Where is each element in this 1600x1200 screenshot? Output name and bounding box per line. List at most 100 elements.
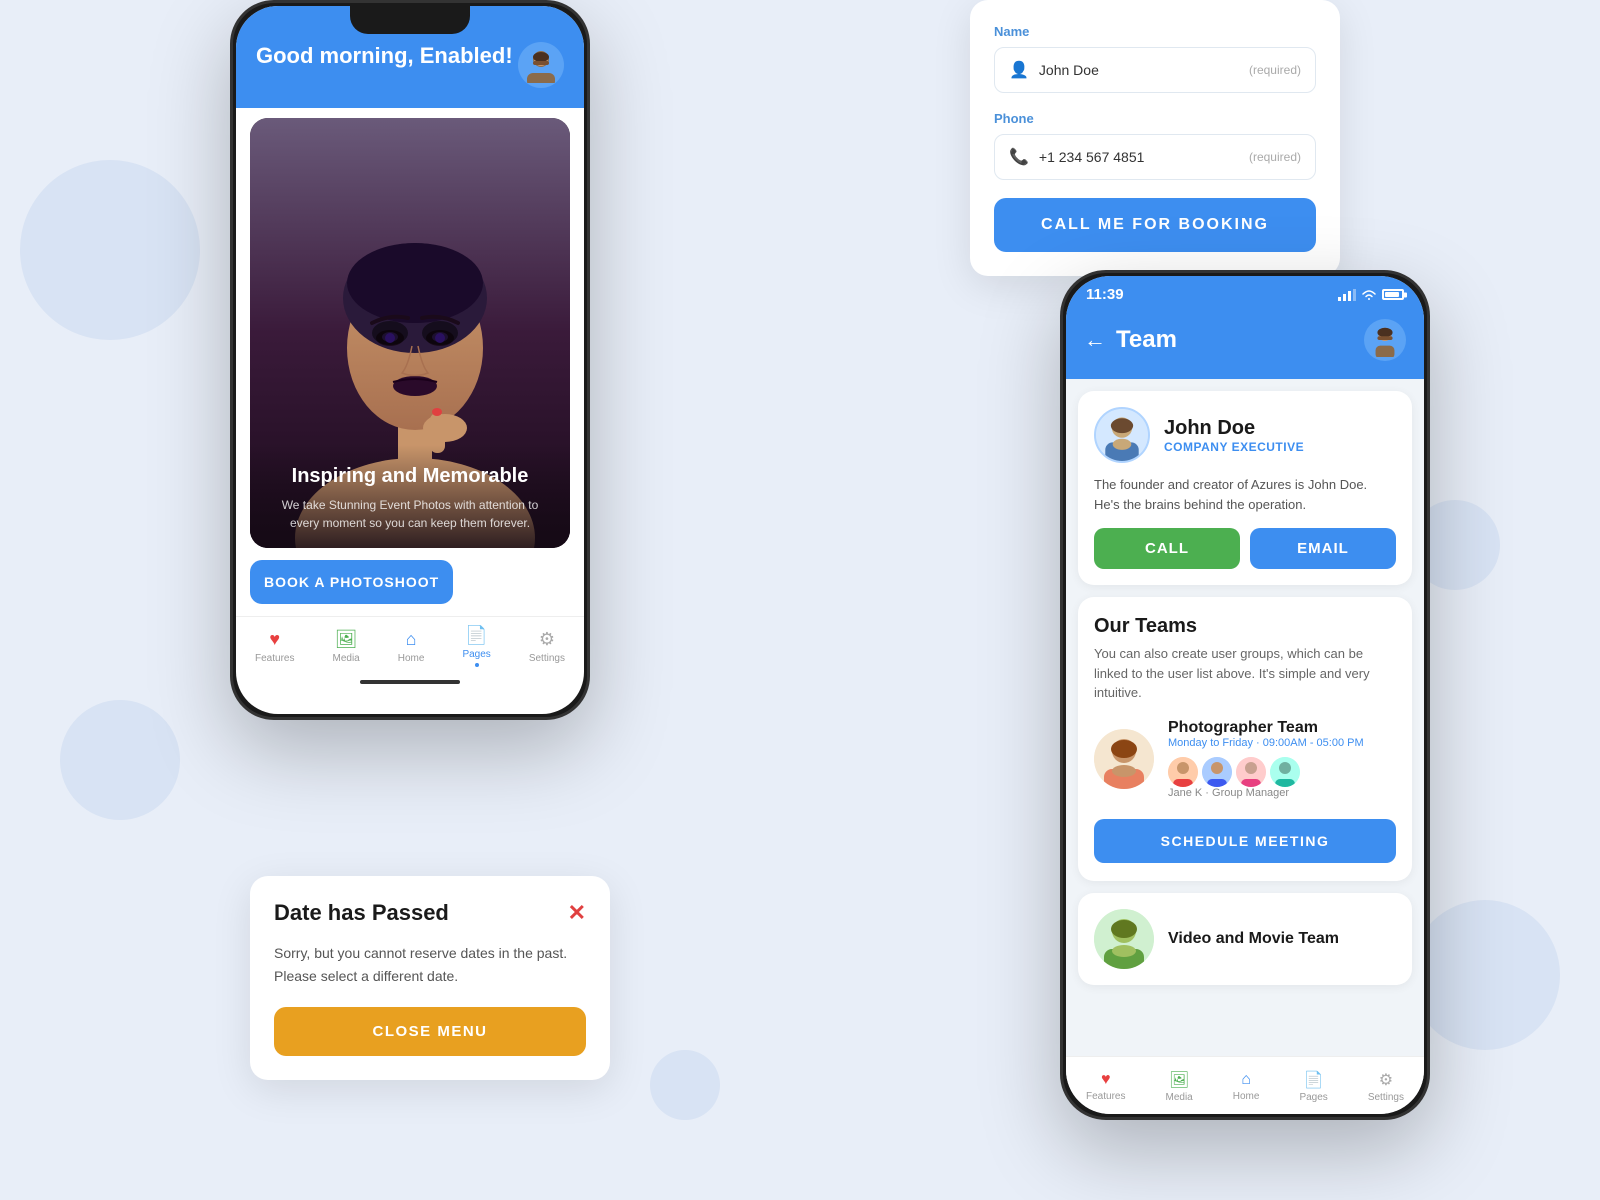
nav-item-features[interactable]: ♥ Features: [255, 629, 294, 664]
phone2-pages-icon: 📄: [1304, 1070, 1324, 1090]
phone1-image-title: Inspiring and Memorable: [266, 465, 554, 488]
status-icons: [1338, 289, 1404, 301]
phone2-home-icon: ⌂: [1241, 1071, 1251, 1089]
heart-icon: ♥: [269, 629, 280, 650]
phone2-pages-label: Pages: [1299, 1092, 1327, 1103]
phone2-header: ← Team: [1066, 309, 1424, 379]
bg-decor-circle-5: [650, 1050, 720, 1120]
dialog-close-button[interactable]: ✕: [568, 900, 586, 926]
phone2-settings-label: Settings: [1368, 1092, 1404, 1103]
book-photoshoot-button[interactable]: BOOK A PHOTOSHOOT: [250, 560, 453, 604]
member-role: COMPANY EXECUTIVE: [1164, 440, 1304, 454]
person-icon: 👤: [1009, 60, 1029, 80]
bg-decor-circle-2: [60, 700, 180, 820]
phone2-status-bar: 11:39: [1066, 276, 1424, 309]
date-passed-header: Date has Passed ✕: [274, 900, 586, 926]
phone2-scroll-content: John Doe COMPANY EXECUTIVE The founder a…: [1066, 379, 1424, 1114]
phone-label: Phone: [994, 111, 1316, 126]
photographer-team-avatar: [1094, 729, 1154, 789]
phone2-settings-icon: ⚙: [1379, 1070, 1393, 1090]
phone2-nav-features[interactable]: ♥ Features: [1086, 1071, 1125, 1102]
nav-item-media[interactable]: 🖼 Media: [332, 629, 359, 664]
phone2-heart-icon: ♥: [1101, 1071, 1111, 1089]
call-me-booking-button[interactable]: CALL ME FOR BOOKING: [994, 198, 1316, 252]
phone1-bottom-nav: ♥ Features 🖼 Media ⌂ Home 📄 Pages ⚙ Sett…: [236, 616, 584, 671]
phone2-media-label: Media: [1165, 1092, 1192, 1103]
date-passed-dialog: Date has Passed ✕ Sorry, but you cannot …: [250, 876, 610, 1080]
nav-item-settings[interactable]: ⚙ Settings: [529, 629, 565, 664]
phone2-media-icon: 🖼: [1169, 1070, 1189, 1090]
call-button[interactable]: CALL: [1094, 528, 1240, 569]
phone1-image-overlay: Inspiring and Memorable We take Stunning…: [250, 445, 570, 548]
phone1-device: Good morning, Enabled!: [230, 0, 590, 720]
nav-item-pages[interactable]: 📄 Pages: [462, 625, 490, 667]
video-team-row: Video and Movie Team: [1078, 893, 1412, 985]
phone1-avatar: [518, 42, 564, 88]
date-passed-body: Sorry, but you cannot reserve dates in t…: [274, 942, 586, 987]
john-doe-card: John Doe COMPANY EXECUTIVE The founder a…: [1078, 391, 1412, 585]
team-member-avatar-4: [1270, 757, 1300, 787]
settings-icon: ⚙: [539, 629, 555, 650]
media-icon: 🖼: [335, 629, 358, 650]
nav-label-media: Media: [332, 653, 359, 664]
our-teams-title: Our Teams: [1094, 615, 1396, 638]
phone1-image-subtitle: We take Stunning Event Photos with atten…: [266, 496, 554, 532]
phone2-bottom-nav: ♥ Features 🖼 Media ⌂ Home 📄 Pages ⚙ Sett…: [1066, 1056, 1424, 1114]
member-bio: The founder and creator of Azures is Joh…: [1094, 475, 1396, 514]
close-menu-button[interactable]: CLOSE MENU: [274, 1007, 586, 1056]
nav-label-pages: Pages: [462, 649, 490, 660]
phone2-nav-pages[interactable]: 📄 Pages: [1299, 1070, 1327, 1103]
phone1-hero-image: Inspiring and Memorable We take Stunning…: [250, 118, 570, 548]
photographer-team-members: [1168, 757, 1396, 787]
nav-label-settings: Settings: [529, 653, 565, 664]
video-team-title: Video and Movie Team: [1168, 930, 1339, 948]
wifi-icon: [1361, 289, 1377, 301]
team-member-avatar-1: [1168, 757, 1198, 787]
back-arrow-icon[interactable]: ←: [1084, 327, 1106, 353]
photographer-manager-name: Jane K · Group Manager: [1168, 787, 1396, 799]
nav-label-home: Home: [398, 653, 425, 664]
member-name: John Doe: [1164, 417, 1304, 440]
phone-value: +1 234 567 4851: [1039, 149, 1145, 165]
signal-icon: [1338, 289, 1356, 301]
phone2-nav-settings[interactable]: ⚙ Settings: [1368, 1070, 1404, 1103]
booking-form-card: Name 👤 John Doe (required) Phone 📞 +1 23…: [970, 0, 1340, 276]
phone2-home-label: Home: [1233, 1091, 1260, 1102]
photographer-team-name: Photographer Team: [1168, 719, 1396, 737]
schedule-meeting-button[interactable]: SCHEDULE MEETING: [1094, 819, 1396, 863]
team-page-title: Team: [1116, 326, 1177, 354]
photographer-team-hours: Monday to Friday · 09:00AM - 05:00 PM: [1168, 737, 1396, 749]
our-teams-section: Our Teams You can also create user group…: [1078, 597, 1412, 881]
phone1-notch: [350, 6, 470, 34]
bg-decor-circle-1: [20, 160, 200, 340]
phone2-features-label: Features: [1086, 1091, 1125, 1102]
photographer-team-row: Photographer Team Monday to Friday · 09:…: [1094, 719, 1396, 799]
battery-icon: [1382, 289, 1404, 300]
nav-item-home[interactable]: ⌂ Home: [398, 629, 425, 664]
bg-decor-circle-4: [1410, 900, 1560, 1050]
phone-input[interactable]: 📞 +1 234 567 4851 (required): [994, 134, 1316, 180]
email-button[interactable]: EMAIL: [1250, 528, 1396, 569]
home-icon: ⌂: [406, 629, 417, 650]
our-teams-desc: You can also create user groups, which c…: [1094, 644, 1396, 703]
member-actions: CALL EMAIL: [1094, 528, 1396, 569]
nav-active-indicator: [475, 663, 479, 667]
name-input[interactable]: 👤 John Doe (required): [994, 47, 1316, 93]
phone-required: (required): [1249, 150, 1301, 164]
phone1-greeting: Good morning, Enabled!: [256, 42, 513, 71]
john-doe-avatar: [1094, 407, 1150, 463]
nav-label-features: Features: [255, 653, 294, 664]
team-member-avatar-2: [1202, 757, 1232, 787]
date-passed-title: Date has Passed: [274, 900, 449, 926]
team-member-avatar-3: [1236, 757, 1266, 787]
name-label: Name: [994, 24, 1316, 39]
status-time: 11:39: [1086, 286, 1124, 303]
name-value: John Doe: [1039, 62, 1099, 78]
phone2-avatar: [1364, 319, 1406, 361]
phone-icon: 📞: [1009, 147, 1029, 167]
phone2-device: 11:39 ←: [1060, 270, 1430, 1120]
phone2-nav-home[interactable]: ⌂ Home: [1233, 1071, 1260, 1102]
pages-icon: 📄: [465, 625, 487, 646]
phone2-nav-media[interactable]: 🖼 Media: [1165, 1070, 1192, 1103]
home-indicator: [236, 671, 584, 693]
